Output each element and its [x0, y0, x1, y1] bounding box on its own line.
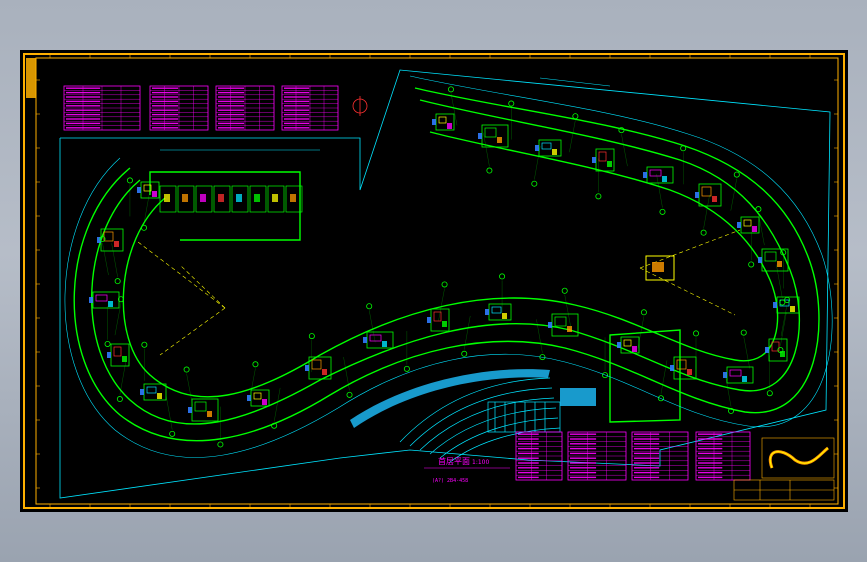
plan-scale: 1:100 — [472, 459, 489, 466]
schedule-tables-top — [63, 85, 339, 131]
plan-note: (A?) 2B4-458 — [432, 478, 468, 484]
title-strip — [733, 479, 835, 501]
key-plan-thumbnail — [761, 437, 835, 479]
floor-plan-drawing: 首层平面 1:100 (A?) 2B4-458 — [23, 53, 845, 509]
schedule-tables-bottom — [515, 431, 751, 481]
radial-guides — [137, 229, 741, 356]
room-cells — [89, 113, 800, 422]
north-arrow-icon — [352, 96, 368, 116]
plan-title-block: 首层平面 1:100 (A?) 2B4-458 — [424, 456, 510, 484]
blue-ramp — [350, 369, 596, 428]
cad-viewport[interactable]: 首层平面 1:100 (A?) 2B4-458 — [20, 50, 848, 512]
dimension-lines — [64, 75, 833, 458]
plan-title: 首层平面 — [438, 456, 470, 466]
axis-bubbles — [99, 86, 791, 448]
frame-ruler-ticks — [36, 54, 838, 508]
